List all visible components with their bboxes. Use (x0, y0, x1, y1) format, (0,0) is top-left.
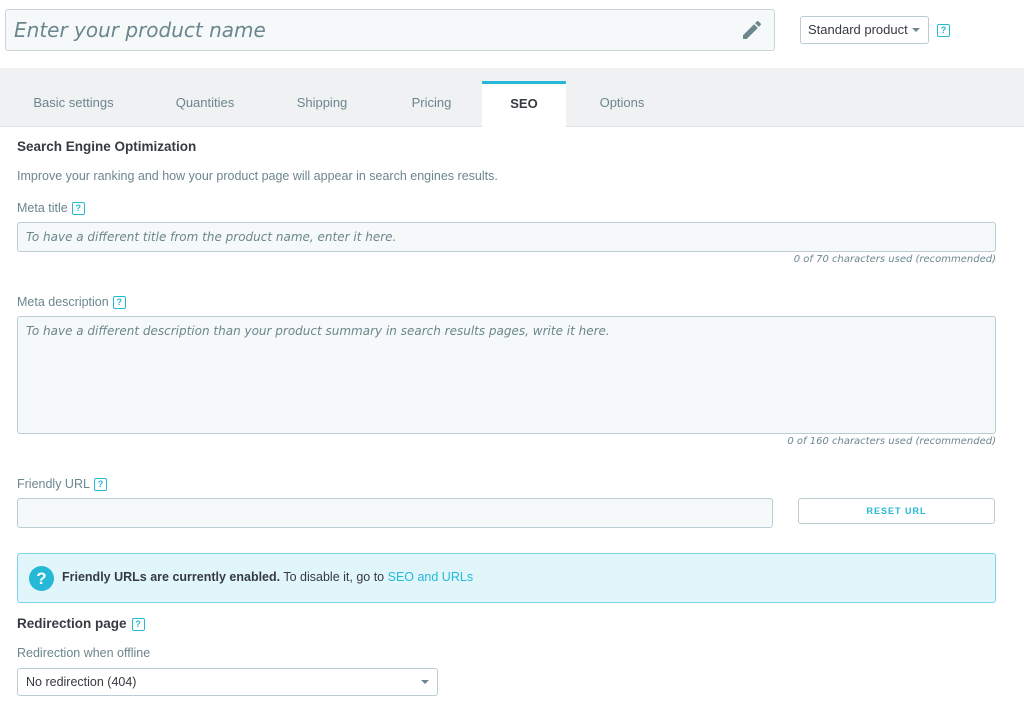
meta-description-counter: 0 of 160 characters used (recommended) (787, 436, 996, 447)
alert-message: Friendly URLs are currently enabled. To … (62, 570, 473, 584)
help-icon[interactable]: ? (131, 617, 145, 631)
help-icon[interactable]: ? (71, 202, 85, 216)
caret-down-icon (912, 28, 920, 32)
friendly-url-alert: ? Friendly URLs are currently enabled. T… (17, 553, 996, 603)
tab-seo[interactable]: SEO (482, 81, 566, 127)
product-header: Standard product ? (0, 0, 1024, 68)
redirection-title: Redirection page? (17, 616, 145, 631)
alert-text: To disable it, go to (280, 570, 388, 584)
tab-pricing[interactable]: Pricing (381, 82, 482, 127)
meta-title-input[interactable] (17, 222, 996, 252)
seo-panel: Search Engine Optimization Improve your … (0, 127, 1024, 706)
friendly-url-label: Friendly URL? (17, 477, 107, 492)
meta-description-textarea[interactable] (17, 316, 996, 434)
redirection-title-text: Redirection page (17, 616, 127, 631)
product-name-field[interactable] (5, 9, 775, 51)
meta-title-counter: 0 of 70 characters used (recommended) (793, 254, 996, 265)
product-name-input[interactable] (6, 10, 726, 50)
tab-shipping[interactable]: Shipping (263, 82, 381, 127)
help-icon[interactable]: ? (937, 24, 950, 37)
help-icon[interactable]: ? (112, 296, 126, 310)
question-circle-icon: ? (29, 566, 54, 591)
caret-down-icon (421, 680, 429, 684)
help-icon[interactable]: ? (93, 478, 107, 492)
product-type-dropdown[interactable]: Standard product (800, 16, 929, 44)
section-title: Search Engine Optimization (17, 139, 197, 154)
product-type-value: Standard product (808, 22, 908, 37)
tab-basic-settings[interactable]: Basic settings (0, 82, 147, 127)
tab-options[interactable]: Options (566, 82, 678, 127)
redirection-selected-value: No redirection (404) (26, 675, 137, 689)
product-tabs: Basic settings Quantities Shipping Prici… (0, 68, 1024, 127)
meta-title-label-text: Meta title (17, 201, 68, 215)
seo-and-urls-link[interactable]: SEO and URLs (388, 570, 473, 584)
meta-title-label: Meta title? (17, 201, 85, 216)
section-description: Improve your ranking and how your produc… (17, 169, 498, 183)
meta-description-label: Meta description? (17, 295, 126, 310)
tab-quantities[interactable]: Quantities (147, 82, 263, 127)
reset-url-button[interactable]: RESET URL (798, 498, 995, 524)
friendly-url-input[interactable] (17, 498, 773, 528)
pencil-icon[interactable] (740, 18, 764, 42)
redirection-dropdown[interactable]: No redirection (404) (17, 668, 438, 696)
redirection-label: Redirection when offline (17, 646, 151, 660)
meta-description-label-text: Meta description (17, 295, 109, 309)
alert-bold-text: Friendly URLs are currently enabled. (62, 570, 281, 584)
friendly-url-label-text: Friendly URL (17, 477, 90, 491)
